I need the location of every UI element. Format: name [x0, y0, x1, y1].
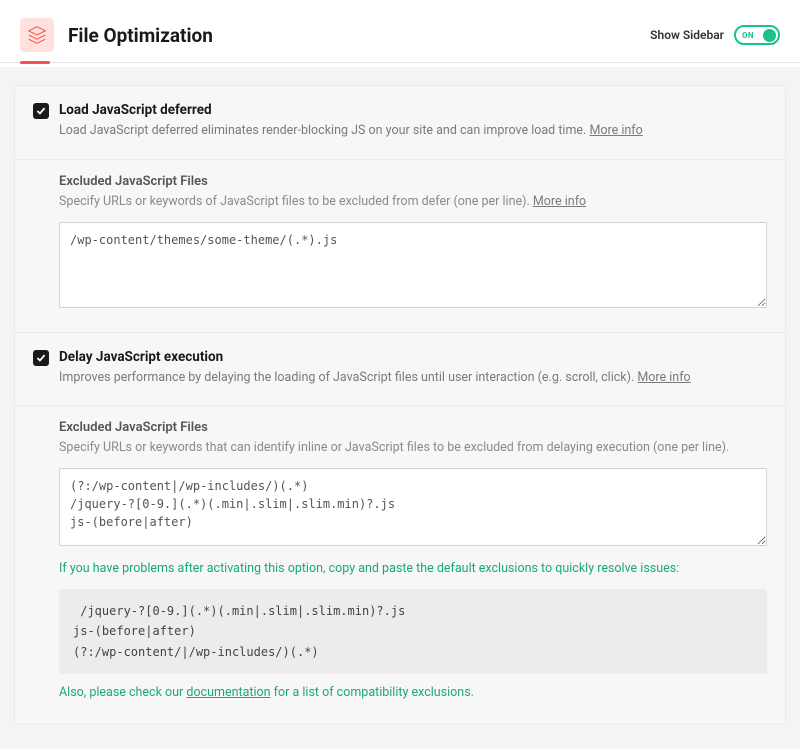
delay-excluded-subsection: Excluded JavaScript Files Specify URLs o…: [15, 405, 785, 702]
delay-js-desc-text: Improves performance by delaying the loa…: [59, 370, 637, 385]
delay-js-more-info-link[interactable]: More info: [637, 370, 690, 385]
defer-excluded-title: Excluded JavaScript Files: [59, 174, 767, 189]
defer-js-checkbox[interactable]: [33, 103, 49, 119]
delay-help-also-pre: Also, please check our: [59, 685, 186, 700]
show-sidebar-label: Show Sidebar: [650, 28, 724, 42]
header-left: File Optimization: [20, 18, 213, 52]
toggle-knob: [763, 29, 776, 42]
tab-strip: [0, 63, 800, 67]
section-defer-js: Load JavaScript deferred Load JavaScript…: [15, 86, 785, 332]
defer-js-desc-text: Load JavaScript deferred eliminates rend…: [59, 123, 589, 138]
defer-excluded-textarea[interactable]: [59, 222, 767, 308]
sidebar-toggle[interactable]: ON: [734, 25, 780, 45]
defer-excluded-subsection: Excluded JavaScript Files Specify URLs o…: [15, 159, 785, 312]
delay-js-desc: Improves performance by delaying the loa…: [59, 369, 767, 388]
active-tab-indicator: [20, 61, 50, 64]
delay-excluded-title: Excluded JavaScript Files: [59, 420, 767, 435]
content-area: Load JavaScript deferred Load JavaScript…: [0, 67, 800, 747]
delay-js-title: Delay JavaScript execution: [59, 349, 767, 365]
page-title: File Optimization: [68, 24, 213, 47]
delay-excluded-desc: Specify URLs or keywords that can identi…: [59, 439, 767, 458]
delay-help-problems: If you have problems after activating th…: [59, 560, 767, 579]
settings-panel: Load JavaScript deferred Load JavaScript…: [14, 85, 786, 724]
delay-js-checkbox[interactable]: [33, 350, 49, 366]
defer-excluded-more-info-link[interactable]: More info: [533, 194, 586, 209]
defer-js-title: Load JavaScript deferred: [59, 102, 767, 118]
defer-excluded-desc: Specify URLs or keywords of JavaScript f…: [59, 193, 767, 212]
delay-help-also-post: for a list of compatibility exclusions.: [271, 685, 474, 700]
header-right: Show Sidebar ON: [650, 25, 780, 45]
defer-js-desc: Load JavaScript deferred eliminates rend…: [59, 122, 767, 141]
defer-excluded-desc-text: Specify URLs or keywords of JavaScript f…: [59, 194, 533, 209]
toggle-state-text: ON: [742, 31, 754, 40]
delay-default-exclusions: /jquery-?[0-9.](.*)(.min|.slim|.slim.min…: [59, 589, 767, 674]
delay-help-also: Also, please check our documentation for…: [59, 684, 767, 703]
defer-js-more-info-link[interactable]: More info: [589, 123, 642, 138]
header-bar: File Optimization Show Sidebar ON: [0, 0, 800, 63]
documentation-link[interactable]: documentation: [186, 685, 270, 700]
delay-excluded-textarea[interactable]: [59, 468, 767, 546]
section-delay-js: Delay JavaScript execution Improves perf…: [15, 332, 785, 723]
file-optimization-icon: [20, 18, 54, 52]
